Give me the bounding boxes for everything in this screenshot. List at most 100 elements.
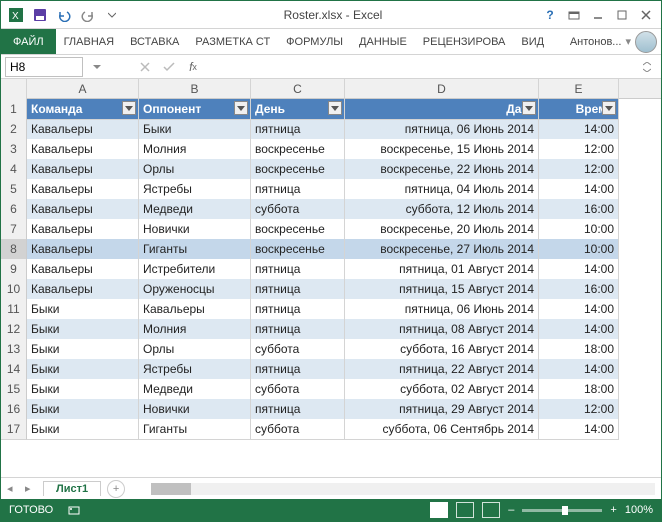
- cell[interactable]: Новички: [139, 219, 251, 240]
- ribbon-display-icon[interactable]: [563, 4, 585, 26]
- filter-dropdown-icon[interactable]: [122, 101, 136, 115]
- tab-home[interactable]: ГЛАВНАЯ: [56, 29, 122, 54]
- cancel-icon[interactable]: [135, 57, 155, 77]
- tab-formulas[interactable]: ФОРМУЛЫ: [278, 29, 351, 54]
- tab-insert[interactable]: ВСТАВКА: [122, 29, 187, 54]
- cell[interactable]: воскресенье: [251, 139, 345, 160]
- cell[interactable]: воскресенье: [251, 159, 345, 180]
- cell[interactable]: Кавальеры: [27, 239, 139, 260]
- formula-expand-icon[interactable]: [637, 57, 657, 77]
- table-header-cell[interactable]: День: [251, 99, 345, 120]
- cell[interactable]: пятница: [251, 119, 345, 140]
- add-sheet-button[interactable]: +: [107, 480, 125, 498]
- cell[interactable]: воскресенье, 27 Июль 2014: [345, 239, 539, 260]
- row-header[interactable]: 12: [1, 319, 27, 340]
- cell[interactable]: Медведи: [139, 199, 251, 220]
- cell[interactable]: Кавальеры: [139, 299, 251, 320]
- view-normal-icon[interactable]: [430, 502, 448, 518]
- cell[interactable]: 14:00: [539, 119, 619, 140]
- tab-view[interactable]: ВИД: [513, 29, 552, 54]
- cell[interactable]: пятница: [251, 279, 345, 300]
- cell[interactable]: 10:00: [539, 239, 619, 260]
- cell[interactable]: пятница, 06 Июнь 2014: [345, 299, 539, 320]
- table-header-cell[interactable]: Команда: [27, 99, 139, 120]
- cell[interactable]: пятница: [251, 399, 345, 420]
- cell[interactable]: суббота, 06 Сентябрь 2014: [345, 419, 539, 440]
- view-page-break-icon[interactable]: [482, 502, 500, 518]
- cell[interactable]: 14:00: [539, 259, 619, 280]
- excel-icon[interactable]: X: [5, 4, 27, 26]
- sheet-nav-next-icon[interactable]: ▸: [25, 482, 37, 495]
- horizontal-scrollbar[interactable]: [151, 483, 655, 495]
- cell[interactable]: суббота: [251, 419, 345, 440]
- cell[interactable]: 14:00: [539, 299, 619, 320]
- cell[interactable]: Гиганты: [139, 239, 251, 260]
- row-header[interactable]: 7: [1, 219, 27, 240]
- cell[interactable]: Быки: [27, 379, 139, 400]
- cell[interactable]: Молния: [139, 139, 251, 160]
- cell[interactable]: Ястребы: [139, 179, 251, 200]
- cell[interactable]: пятница, 08 Август 2014: [345, 319, 539, 340]
- view-page-layout-icon[interactable]: [456, 502, 474, 518]
- row-header[interactable]: 9: [1, 259, 27, 280]
- cell[interactable]: пятница, 01 Август 2014: [345, 259, 539, 280]
- cell[interactable]: Быки: [27, 399, 139, 420]
- cell[interactable]: Кавальеры: [27, 219, 139, 240]
- cell[interactable]: 16:00: [539, 279, 619, 300]
- cell[interactable]: пятница: [251, 319, 345, 340]
- row-header[interactable]: 6: [1, 199, 27, 220]
- cell[interactable]: 12:00: [539, 139, 619, 160]
- cell[interactable]: воскресенье: [251, 219, 345, 240]
- cell[interactable]: Быки: [27, 419, 139, 440]
- cell[interactable]: Кавальеры: [27, 279, 139, 300]
- minimize-icon[interactable]: [587, 4, 609, 26]
- cell[interactable]: 14:00: [539, 319, 619, 340]
- cell[interactable]: 12:00: [539, 399, 619, 420]
- table-header-cell[interactable]: Дата: [345, 99, 539, 120]
- cell[interactable]: 10:00: [539, 219, 619, 240]
- col-header-a[interactable]: A: [27, 79, 139, 99]
- name-box-dropdown-icon[interactable]: [87, 57, 107, 77]
- cell[interactable]: Медведи: [139, 379, 251, 400]
- row-header[interactable]: 4: [1, 159, 27, 180]
- zoom-in-icon[interactable]: +: [610, 504, 616, 516]
- row-header[interactable]: 3: [1, 139, 27, 160]
- tab-data[interactable]: ДАННЫЕ: [351, 29, 415, 54]
- col-header-b[interactable]: B: [139, 79, 251, 99]
- cell[interactable]: 14:00: [539, 419, 619, 440]
- cell[interactable]: Быки: [27, 359, 139, 380]
- save-icon[interactable]: [29, 4, 51, 26]
- row-header[interactable]: 16: [1, 399, 27, 420]
- close-icon[interactable]: [635, 4, 657, 26]
- formula-input[interactable]: [207, 57, 633, 77]
- row-header[interactable]: 2: [1, 119, 27, 140]
- row-header[interactable]: 14: [1, 359, 27, 380]
- filter-dropdown-icon[interactable]: [522, 101, 536, 115]
- cell[interactable]: пятница, 06 Июнь 2014: [345, 119, 539, 140]
- cell[interactable]: суббота: [251, 339, 345, 360]
- macro-record-icon[interactable]: [63, 499, 85, 521]
- row-header[interactable]: 13: [1, 339, 27, 360]
- table-header-cell[interactable]: Время: [539, 99, 619, 120]
- enter-icon[interactable]: [159, 57, 179, 77]
- redo-icon[interactable]: [77, 4, 99, 26]
- cell[interactable]: Оруженосцы: [139, 279, 251, 300]
- undo-icon[interactable]: [53, 4, 75, 26]
- filter-dropdown-icon[interactable]: [234, 101, 248, 115]
- cell[interactable]: суббота: [251, 199, 345, 220]
- cell[interactable]: Орлы: [139, 159, 251, 180]
- cell[interactable]: пятница, 15 Август 2014: [345, 279, 539, 300]
- cell[interactable]: Истребители: [139, 259, 251, 280]
- cell[interactable]: пятница, 29 Август 2014: [345, 399, 539, 420]
- cell[interactable]: суббота, 02 Август 2014: [345, 379, 539, 400]
- name-box[interactable]: [5, 57, 83, 77]
- qat-customize-icon[interactable]: [101, 4, 123, 26]
- cell[interactable]: пятница: [251, 299, 345, 320]
- row-header[interactable]: 15: [1, 379, 27, 400]
- cell[interactable]: Кавальеры: [27, 139, 139, 160]
- row-header[interactable]: 5: [1, 179, 27, 200]
- cell[interactable]: пятница: [251, 179, 345, 200]
- col-header-c[interactable]: C: [251, 79, 345, 99]
- cell[interactable]: пятница, 04 Июль 2014: [345, 179, 539, 200]
- filter-dropdown-icon[interactable]: [602, 101, 616, 115]
